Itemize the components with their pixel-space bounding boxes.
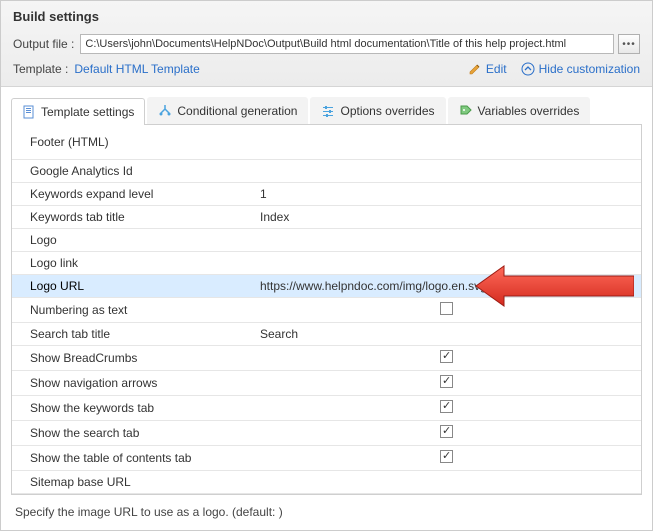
browse-button[interactable]: ••• (618, 34, 640, 54)
table-row[interactable]: Show the keywords tab (12, 395, 641, 420)
table-row[interactable]: Google Analytics Id (12, 159, 641, 182)
setting-value[interactable]: Search (252, 322, 641, 345)
setting-name: Show BreadCrumbs (12, 345, 252, 370)
build-settings-window: Build settings Output file : ••• Templat… (0, 0, 653, 531)
checkbox-checked-icon[interactable] (440, 400, 453, 413)
hide-label: Hide customization (539, 62, 640, 76)
table-row[interactable]: Sitemap base URL (12, 470, 641, 493)
setting-value[interactable] (252, 125, 641, 159)
table-row[interactable]: Show the table of contents tab (12, 445, 641, 470)
branch-icon (158, 104, 172, 118)
setting-name: Logo URL (12, 274, 252, 297)
output-file-input[interactable] (80, 34, 614, 54)
tab-variables-overrides[interactable]: Variables overrides (448, 97, 591, 124)
setting-value[interactable] (252, 370, 641, 395)
checkbox-checked-icon[interactable] (440, 450, 453, 463)
tab-label: Options overrides (340, 104, 434, 118)
tab-options-overrides[interactable]: Options overrides (310, 97, 445, 124)
hide-customization-link[interactable]: Hide customization (521, 62, 640, 76)
setting-name: Sitemap base URL (12, 470, 252, 493)
logo-url-input[interactable] (260, 279, 633, 293)
setting-name: Google Analytics Id (12, 159, 252, 182)
template-row: Template : Default HTML Template Edit Hi… (13, 62, 640, 76)
table-row[interactable]: Logo link (12, 251, 641, 274)
pencil-icon (468, 62, 482, 76)
edit-link[interactable]: Edit (468, 62, 507, 76)
help-text: Specify the image URL to use as a logo. … (1, 495, 652, 529)
checkbox-checked-icon[interactable] (440, 425, 453, 438)
setting-name: Search tab title (12, 322, 252, 345)
setting-name: Keywords tab title (12, 205, 252, 228)
setting-name: Show the search tab (12, 420, 252, 445)
tab-template-settings[interactable]: Template settings (11, 98, 145, 125)
table-row[interactable]: Footer (HTML) (12, 125, 641, 159)
edit-label: Edit (486, 62, 507, 76)
setting-value[interactable] (252, 251, 641, 274)
settings-grid: Footer (HTML) Google Analytics Id Keywor… (11, 125, 642, 495)
setting-name: Footer (HTML) (12, 125, 252, 159)
setting-name: Numbering as text (12, 297, 252, 322)
sliders-icon (321, 104, 335, 118)
setting-value[interactable]: Index (252, 205, 641, 228)
setting-name: Show navigation arrows (12, 370, 252, 395)
table-row-selected[interactable]: Logo URL (12, 274, 641, 297)
setting-value[interactable]: 1 (252, 182, 641, 205)
setting-name: Logo link (12, 251, 252, 274)
setting-value[interactable] (252, 159, 641, 182)
setting-name: Show the keywords tab (12, 395, 252, 420)
output-row: Output file : ••• (13, 34, 640, 54)
tab-conditional-generation[interactable]: Conditional generation (147, 97, 308, 124)
checkbox-icon[interactable] (440, 302, 453, 315)
header: Build settings Output file : ••• Templat… (1, 1, 652, 87)
table-row[interactable]: Keywords tab titleIndex (12, 205, 641, 228)
table-row[interactable]: Logo (12, 228, 641, 251)
document-icon (22, 105, 36, 119)
tab-label: Conditional generation (177, 104, 297, 118)
template-link[interactable]: Default HTML Template (74, 62, 199, 76)
setting-name: Keywords expand level (12, 182, 252, 205)
template-label: Template : (13, 62, 68, 76)
checkbox-checked-icon[interactable] (440, 375, 453, 388)
panel-title: Build settings (13, 9, 640, 24)
table-row[interactable]: Numbering as text (12, 297, 641, 322)
table-row[interactable]: Keywords expand level1 (12, 182, 641, 205)
table-row[interactable]: Show the search tab (12, 420, 641, 445)
setting-value[interactable] (252, 470, 641, 493)
header-actions: Edit Hide customization (468, 62, 640, 76)
setting-name: Logo (12, 228, 252, 251)
setting-value[interactable] (252, 345, 641, 370)
setting-value[interactable] (252, 228, 641, 251)
content-area: Template settings Conditional generation… (1, 97, 652, 529)
checkbox-checked-icon[interactable] (440, 350, 453, 363)
chevron-up-circle-icon (521, 62, 535, 76)
tab-label: Variables overrides (478, 104, 580, 118)
tag-icon (459, 104, 473, 118)
table-row[interactable]: Show BreadCrumbs (12, 345, 641, 370)
output-file-label: Output file : (13, 37, 74, 51)
setting-value[interactable] (252, 274, 641, 297)
setting-value[interactable] (252, 297, 641, 322)
setting-name: Show the table of contents tab (12, 445, 252, 470)
setting-value[interactable] (252, 395, 641, 420)
tab-bar: Template settings Conditional generation… (11, 97, 642, 125)
table-row[interactable]: Show navigation arrows (12, 370, 641, 395)
table-row[interactable]: Search tab titleSearch (12, 322, 641, 345)
setting-value[interactable] (252, 420, 641, 445)
tab-label: Template settings (41, 105, 134, 119)
setting-value[interactable] (252, 445, 641, 470)
